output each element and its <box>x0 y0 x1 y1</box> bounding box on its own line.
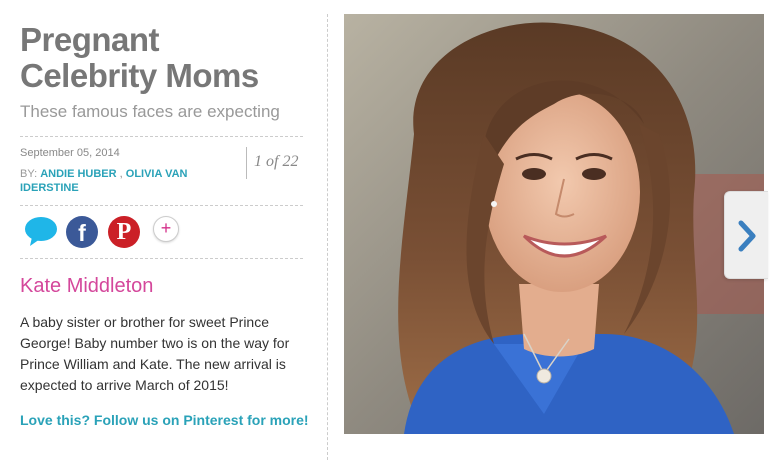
page-title: Pregnant Celebrity Moms <box>20 21 259 94</box>
author-separator: , <box>116 168 126 180</box>
slide-caption: A baby sister or brother for sweet Princ… <box>20 314 290 393</box>
comment-icon[interactable] <box>24 216 58 248</box>
article-meta: September 05, 2014 BY: ANDIE HUBER , OLI… <box>20 137 303 205</box>
slide-photo <box>344 14 764 434</box>
next-slide-button[interactable] <box>724 191 768 279</box>
share-bar: f P + <box>20 206 303 258</box>
publish-date: September 05, 2014 <box>20 147 120 159</box>
article-sidebar: Pregnant Celebrity Moms These famous fac… <box>20 21 309 431</box>
more-share-icon[interactable]: + <box>153 216 179 242</box>
column-divider <box>327 14 328 460</box>
divider <box>20 258 303 259</box>
pinterest-icon[interactable]: P <box>108 216 140 248</box>
by-label: BY: <box>20 168 38 180</box>
facebook-icon[interactable]: f <box>66 216 98 248</box>
chevron-right-icon <box>738 220 756 252</box>
author-link-andie-huber[interactable]: ANDIE HUBER <box>40 168 116 180</box>
slide-counter: 1 of 22 <box>254 153 299 170</box>
celebrity-portrait <box>344 14 764 434</box>
byline: BY: ANDIE HUBER , OLIVIA VAN IDERSTINE <box>20 167 210 195</box>
pinterest-follow-link[interactable]: Love this? Follow us on Pinterest for mo… <box>20 410 310 431</box>
page-subtitle: These famous faces are expecting <box>20 102 280 121</box>
counter-divider <box>246 147 247 179</box>
slide-name: Kate Middleton <box>20 275 154 297</box>
